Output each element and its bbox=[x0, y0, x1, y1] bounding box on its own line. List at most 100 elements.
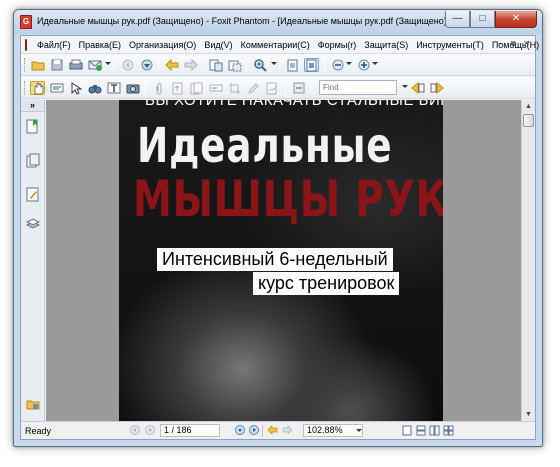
menu-tools[interactable]: Инструменты(T) bbox=[412, 40, 488, 50]
mdi-close-button[interactable]: ✕ bbox=[521, 39, 532, 50]
search-binoculars-icon[interactable] bbox=[87, 81, 102, 95]
zoom-in-dropdown-icon[interactable] bbox=[372, 62, 378, 65]
fit-page-icon[interactable] bbox=[304, 58, 319, 72]
select-annotation-arrow-icon[interactable] bbox=[68, 81, 83, 95]
find-previous-icon[interactable] bbox=[410, 81, 425, 95]
layers-panel-icon[interactable] bbox=[25, 216, 41, 232]
zoom-in-magnifier-icon[interactable] bbox=[253, 58, 268, 72]
app-window: G Идеальные мышцы рук.pdf (Защищено) - F… bbox=[13, 9, 543, 447]
page-number-field[interactable]: 1 / 186 bbox=[160, 424, 220, 437]
previous-view-icon[interactable] bbox=[267, 425, 278, 436]
find-next-icon[interactable] bbox=[429, 81, 444, 95]
facing-view-icon[interactable] bbox=[429, 425, 440, 436]
navigation-panel: » bbox=[21, 100, 45, 439]
status-bar: Ready 1 / 186 102.88% bbox=[21, 421, 535, 439]
hand-tool-icon[interactable] bbox=[30, 81, 45, 95]
toolbar-grip[interactable] bbox=[24, 81, 27, 95]
menu-organize[interactable]: Организация(O) bbox=[125, 40, 200, 50]
bookmarks-panel-icon[interactable] bbox=[25, 119, 41, 135]
email-dropdown-icon[interactable] bbox=[105, 62, 111, 65]
sign-document-icon[interactable] bbox=[265, 81, 280, 95]
zoom-in-circle-icon[interactable] bbox=[356, 58, 371, 72]
toolbar-separator bbox=[202, 58, 203, 73]
form-field-icon[interactable] bbox=[208, 81, 223, 95]
maximize-button[interactable]: □ bbox=[470, 11, 495, 28]
menu-protect[interactable]: Защита(S) bbox=[360, 40, 412, 50]
document-pages-icon[interactable] bbox=[189, 81, 204, 95]
cover-subtitle-line2: курс тренировок bbox=[253, 272, 400, 295]
toolbar-separator bbox=[145, 81, 146, 96]
continuous-view-icon[interactable] bbox=[415, 425, 426, 436]
single-page-view-icon[interactable] bbox=[401, 425, 412, 436]
back-arrow-icon[interactable] bbox=[164, 58, 179, 72]
tools-toolbar bbox=[21, 77, 535, 99]
email-icon[interactable] bbox=[87, 58, 102, 72]
find-dropdown-icon[interactable] bbox=[402, 85, 408, 88]
camera-snapshot-icon[interactable] bbox=[125, 81, 140, 95]
scroll-down-arrow-icon[interactable]: ▼ bbox=[522, 408, 535, 421]
vertical-scrollbar[interactable]: ▲ ▼ bbox=[521, 100, 535, 421]
menu-edit[interactable]: Правка(E) bbox=[75, 40, 125, 50]
zoom-out-dropdown-icon[interactable] bbox=[346, 62, 352, 65]
attach-file-icon[interactable] bbox=[151, 81, 166, 95]
toolbar-separator bbox=[113, 58, 114, 73]
previous-page-icon[interactable] bbox=[144, 425, 155, 436]
toolbar-separator bbox=[324, 58, 325, 73]
scroll-up-arrow-icon[interactable]: ▲ bbox=[522, 100, 535, 113]
find-input[interactable] bbox=[319, 80, 397, 95]
title-bar[interactable]: G Идеальные мышцы рук.pdf (Защищено) - F… bbox=[14, 10, 542, 34]
window-title: Идеальные мышцы рук.pdf (Защищено) - Fox… bbox=[37, 16, 450, 26]
toolbar-grip[interactable] bbox=[24, 58, 27, 72]
last-page-icon[interactable] bbox=[248, 425, 259, 436]
next-page-icon[interactable] bbox=[234, 425, 245, 436]
document-view[interactable]: ВЫ ХОТИТЕ НАКАЧАТЬ СТАЛЬНЫЕ БИЦЕПСЫ? Иде… bbox=[46, 100, 521, 421]
security-folder-icon[interactable] bbox=[25, 397, 41, 413]
toolbar-separator bbox=[279, 58, 280, 73]
foxit-app-icon[interactable]: G bbox=[20, 15, 32, 29]
first-page-disabled-icon[interactable] bbox=[120, 58, 135, 72]
open-folder-icon[interactable] bbox=[30, 58, 45, 72]
zoom-out-circle-icon[interactable] bbox=[330, 58, 345, 72]
cover-title-line1: Идеальные bbox=[137, 118, 393, 174]
save-icon[interactable] bbox=[49, 58, 64, 72]
select-text-tool-icon[interactable] bbox=[208, 58, 223, 72]
edit-pencil-icon[interactable] bbox=[246, 81, 261, 95]
next-page-circle-icon[interactable] bbox=[139, 58, 154, 72]
minimize-button[interactable]: — bbox=[445, 11, 470, 28]
find-options-icon[interactable] bbox=[291, 81, 306, 95]
toolbar-separator bbox=[285, 81, 286, 96]
client-area: Файл(F) Правка(E) Организация(O) Вид(V) … bbox=[20, 35, 539, 440]
menu-forms[interactable]: Формы(r) bbox=[314, 40, 361, 50]
print-icon[interactable] bbox=[68, 58, 83, 72]
zoom-dropdown-icon[interactable] bbox=[271, 62, 277, 65]
menu-file[interactable]: Файл(F) bbox=[33, 40, 75, 50]
mdi-controls: ‒ ⧉ ✕ bbox=[495, 39, 532, 50]
forward-arrow-disabled-icon[interactable] bbox=[183, 58, 198, 72]
typewriter-icon[interactable] bbox=[106, 81, 121, 95]
mdi-restore-button[interactable]: ⧉ bbox=[508, 39, 519, 50]
actual-size-icon[interactable] bbox=[285, 58, 300, 72]
crop-tool-icon[interactable] bbox=[227, 81, 242, 95]
scroll-thumb[interactable] bbox=[523, 114, 534, 127]
menu-view[interactable]: Вид(V) bbox=[200, 40, 236, 50]
select-text-icon[interactable] bbox=[49, 81, 64, 95]
first-page-icon[interactable] bbox=[129, 425, 140, 436]
toolbar-separator bbox=[246, 58, 247, 73]
upload-document-icon[interactable] bbox=[170, 81, 185, 95]
zoom-level-field[interactable]: 102.88% bbox=[303, 424, 363, 437]
pages-panel-icon[interactable] bbox=[25, 153, 41, 169]
close-button[interactable]: ✕ bbox=[495, 11, 537, 28]
cover-tagline: ВЫ ХОТИТЕ НАКАЧАТЬ СТАЛЬНЫЕ БИЦЕПСЫ? bbox=[145, 100, 443, 109]
navpanel-collapse-button[interactable]: » bbox=[21, 100, 44, 112]
snapshot-tool-icon[interactable] bbox=[227, 58, 242, 72]
menu-comments[interactable]: Комментарии(C) bbox=[237, 40, 314, 50]
document-menu-icon[interactable] bbox=[25, 38, 27, 51]
window-controls: — □ ✕ bbox=[445, 11, 537, 28]
continuous-facing-view-icon[interactable] bbox=[443, 425, 454, 436]
zoom-level-dropdown-icon[interactable] bbox=[356, 429, 362, 432]
comments-panel-icon[interactable] bbox=[25, 187, 41, 203]
toolbar-separator bbox=[158, 58, 159, 73]
next-view-icon[interactable] bbox=[282, 425, 293, 436]
pdf-page: ВЫ ХОТИТЕ НАКАЧАТЬ СТАЛЬНЫЕ БИЦЕПСЫ? Иде… bbox=[119, 100, 443, 421]
mdi-minimize-button[interactable]: ‒ bbox=[495, 39, 506, 50]
